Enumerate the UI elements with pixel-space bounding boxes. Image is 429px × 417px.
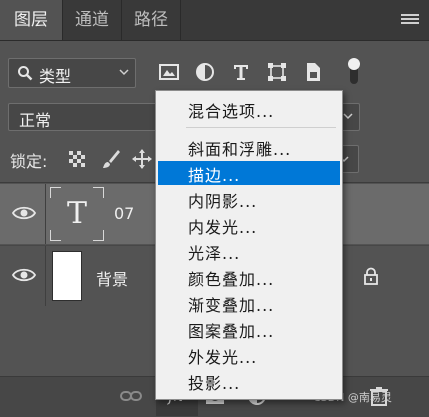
shape-filter-icon[interactable] [265,60,289,84]
menu-item-inner-glow[interactable]: 内发光... [158,213,340,237]
chevron-down-icon [343,113,353,120]
search-icon [18,66,33,81]
menu-item-bevel-emboss[interactable]: 斜面和浮雕... [158,135,340,159]
tab-paths[interactable]: 路径 [122,0,180,40]
blend-mode-value: 正常 [19,111,52,130]
tab-layers[interactable]: 图层 [0,0,62,40]
layer-filter-dropdown[interactable]: 类型 [8,58,136,88]
lock-label: 锁定: [10,152,48,171]
menu-item-color-overlay[interactable]: 颜色叠加... [158,265,340,289]
filter-toggle-switch[interactable] [347,56,361,86]
type-filter-icon[interactable] [229,60,253,84]
lock-transparent-pixels-icon[interactable] [66,148,88,170]
tab-channels[interactable]: 通道 [63,0,121,40]
text-layer-glyph: T [66,196,87,231]
panel-tab-bar: 图层 通道 路径 [0,0,429,41]
menu-item-inner-shadow[interactable]: 内阴影... [158,187,340,211]
lock-image-pixels-brush-icon[interactable] [100,148,122,170]
visibility-eye-icon[interactable] [12,266,36,284]
adjustment-filter-icon[interactable] [193,60,217,84]
tab-divider [180,0,181,40]
layer-thumbnail-white [52,251,82,301]
visibility-eye-icon[interactable] [12,204,36,222]
layer-thumbnail-text: T [49,186,104,241]
menu-item-blending-options[interactable]: 混合选项... [158,97,340,121]
layer-name[interactable]: 背景 [96,266,128,290]
layer-name[interactable]: 07 [114,204,134,223]
lock-icon [364,267,378,285]
menu-item-satin[interactable]: 光泽... [158,239,340,263]
menu-item-outer-glow[interactable]: 外发光... [158,343,340,367]
chevron-down-icon [119,69,129,76]
layer-style-menu: 混合选项... 斜面和浮雕... 描边... 内阴影... 内发光... 光泽.… [155,90,343,400]
menu-item-stroke[interactable]: 描边... [158,161,340,185]
menu-item-drop-shadow[interactable]: 投影... [158,369,340,393]
filter-kind-label: 类型 [39,67,72,86]
lock-position-move-icon[interactable] [131,148,153,170]
image-filter-icon[interactable] [157,60,181,84]
panel-menu-icon[interactable] [401,14,419,28]
menu-item-gradient-overlay[interactable]: 渐变叠加... [158,291,340,315]
menu-separator [186,127,336,128]
link-layers-icon[interactable] [120,386,142,406]
menu-item-pattern-overlay[interactable]: 图案叠加... [158,317,340,341]
smart-object-filter-icon[interactable] [301,60,325,84]
